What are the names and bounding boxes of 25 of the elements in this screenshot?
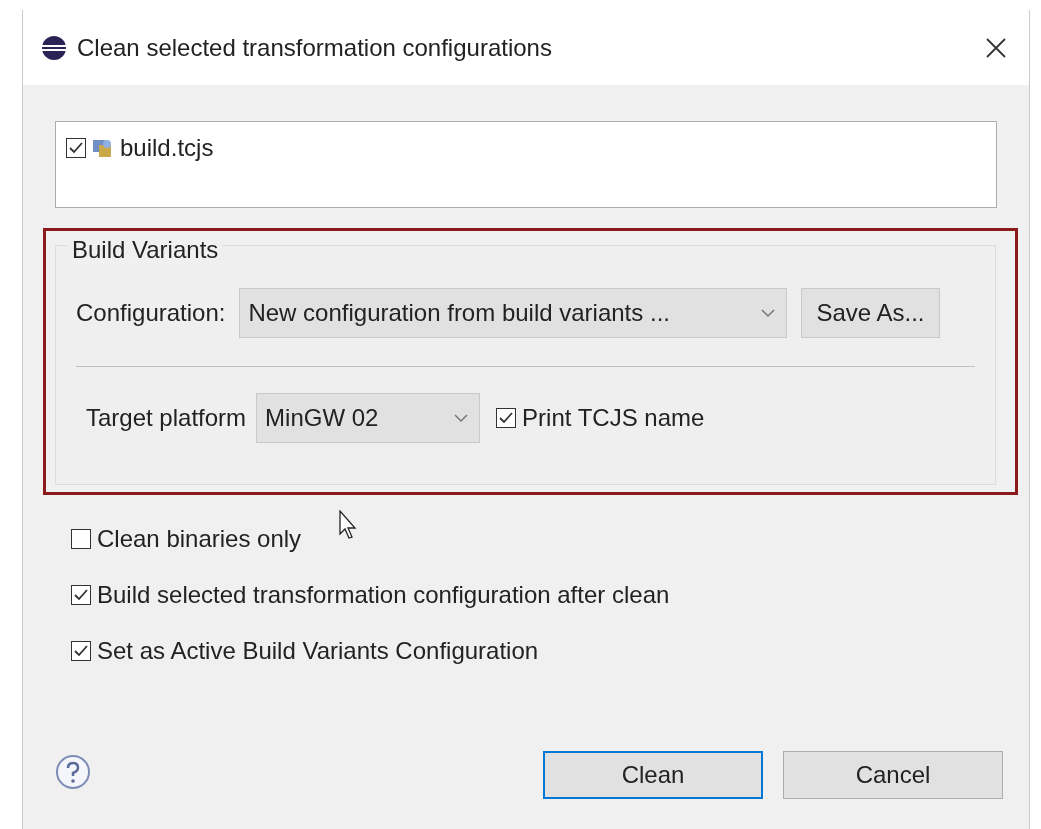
checkbox[interactable] <box>71 529 91 549</box>
checkbox-label: Print TCJS name <box>522 404 705 432</box>
file-name: build.tcjs <box>120 134 214 162</box>
field-label: Target platform <box>86 404 247 432</box>
cursor-icon <box>339 510 359 540</box>
checkbox[interactable] <box>71 585 91 605</box>
dialog-button[interactable]: Clean <box>543 751 763 799</box>
checkbox-label: Build selected transformation configuration after clean <box>97 581 670 609</box>
close-icon[interactable] <box>985 36 1007 59</box>
help-icon[interactable] <box>55 754 91 790</box>
configuration-dropdown[interactable]: New configuration from build variants ... <box>239 288 788 338</box>
checkbox-label: Clean binaries only <box>97 525 302 553</box>
save-as-button[interactable]: Save As... <box>801 288 940 338</box>
checkbox[interactable] <box>496 408 517 428</box>
checkbox-label: Set as Active Build Variants Configuration <box>97 637 539 665</box>
field-label: Configuration: <box>76 299 226 327</box>
caret-icon <box>760 308 777 318</box>
checkbox[interactable] <box>71 641 91 661</box>
checkbox[interactable] <box>66 138 86 158</box>
window-title: Clean selected transformation configurations <box>77 33 553 62</box>
platform-dropdown[interactable]: MinGW 02 <box>256 393 481 443</box>
dialog-button[interactable]: Cancel <box>783 751 1003 799</box>
app-icon <box>41 34 67 61</box>
caret-icon <box>453 413 470 423</box>
file-icon <box>92 137 114 159</box>
